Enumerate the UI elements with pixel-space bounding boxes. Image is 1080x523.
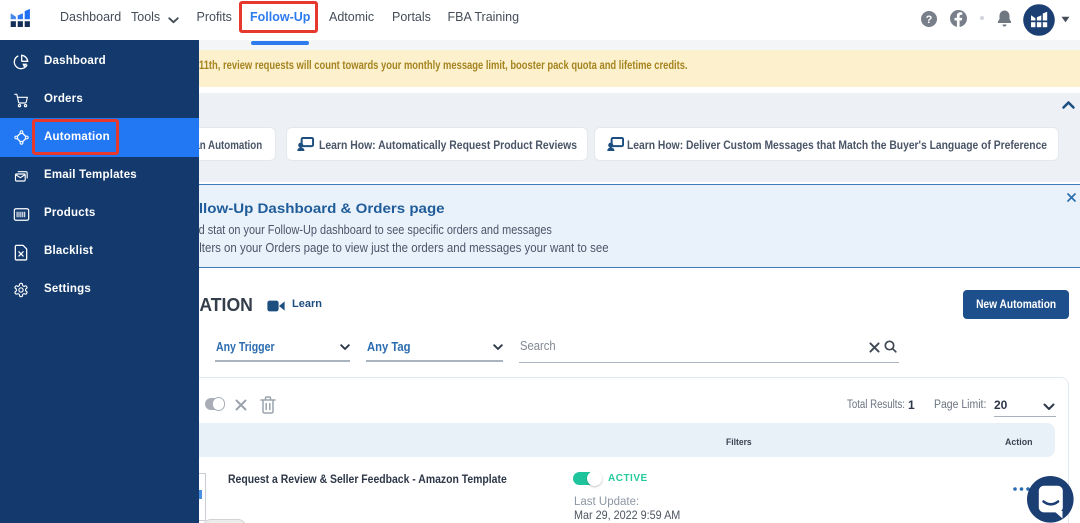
svg-text:?: ? [926,14,933,26]
